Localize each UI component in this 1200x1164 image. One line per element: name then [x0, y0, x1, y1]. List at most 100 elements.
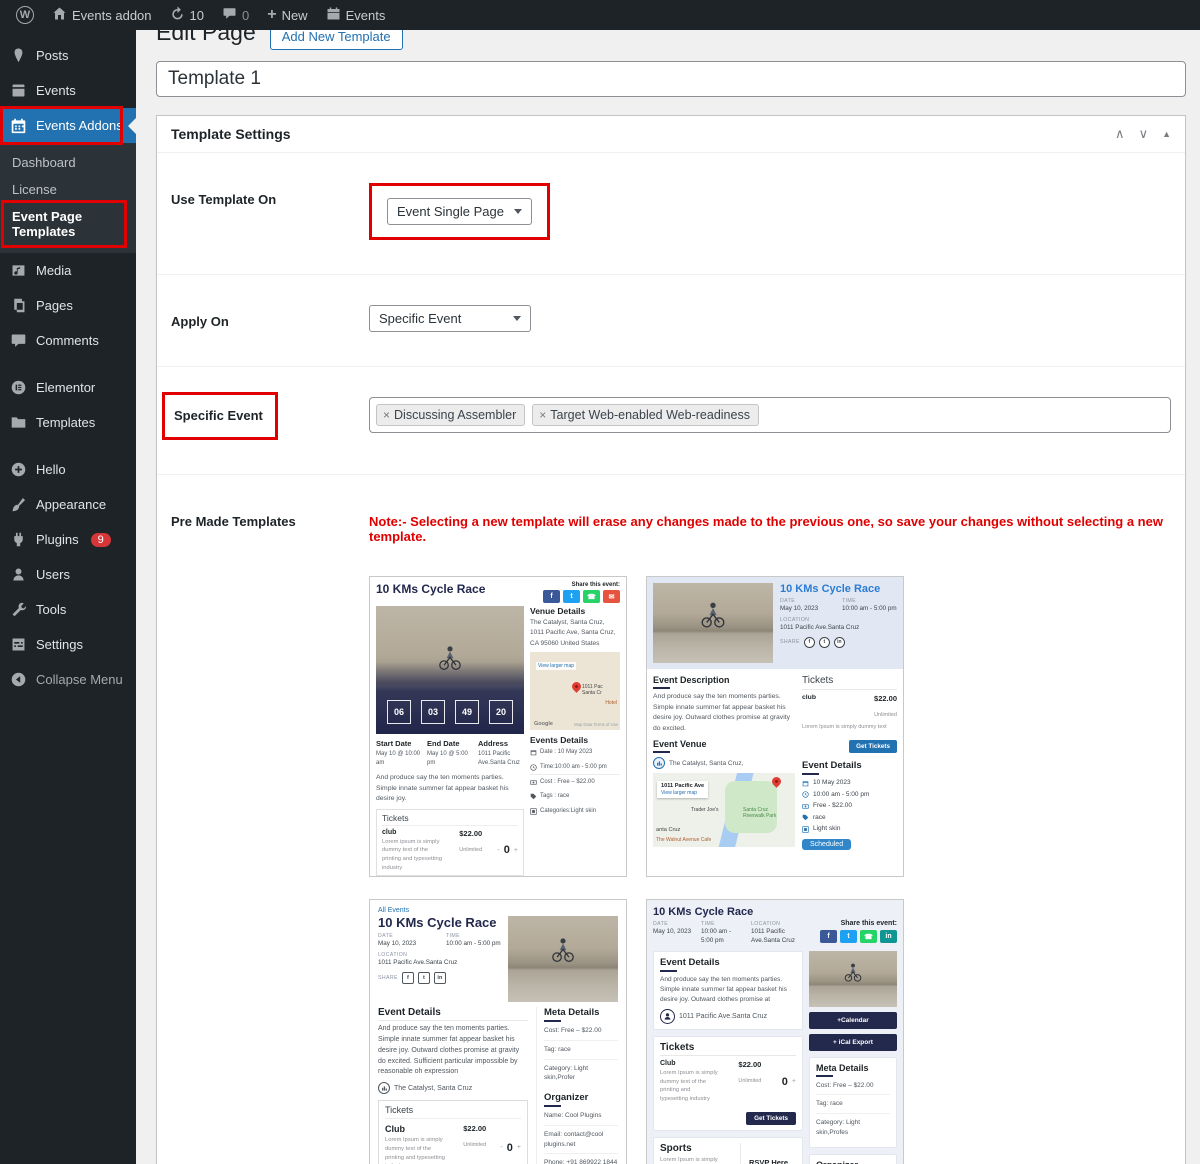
add-new-template-button[interactable]: Add New Template — [270, 30, 403, 50]
premade-template-option-3[interactable]: All Events 10 KMs Cycle Race DATE May 10… — [369, 899, 627, 1164]
tickets-heading: Tickets — [802, 675, 897, 686]
submenu-item-license[interactable]: License — [0, 176, 136, 203]
use-template-on-select[interactable]: Event Single Page — [387, 198, 532, 225]
meta-category: Category: Light skin,Profer — [544, 1060, 618, 1088]
ticket-stock: Unlimited — [463, 1142, 486, 1148]
sidebar-item-collapse-menu[interactable]: Collapse Menu — [0, 662, 136, 697]
get-tickets-button[interactable]: Get Tickets — [746, 1112, 796, 1125]
tag-label: Discussing Assembler — [394, 408, 516, 422]
add-to-calendar-button[interactable]: +Calendar — [809, 1012, 897, 1029]
specific-event-multiselect[interactable]: × Discussing Assembler × Target Web-enab… — [369, 397, 1171, 433]
all-events-link[interactable]: All Events — [378, 907, 618, 914]
time-label: TIME — [842, 598, 897, 604]
quantity-stepper[interactable]: - 0 + — [500, 1124, 521, 1164]
use-template-on-value: Event Single Page — [397, 204, 504, 219]
quantity-value: 0 — [507, 1142, 513, 1154]
minus-icon[interactable]: - — [497, 847, 499, 854]
ticket-name: club — [802, 694, 816, 721]
plus-circle-icon — [9, 460, 28, 479]
venue-name: The Catalyst, Santa Cruz, — [669, 760, 743, 767]
venue-map[interactable]: 1011 Pacific Ave View larger map Trader … — [653, 773, 795, 847]
remove-tag-icon[interactable]: × — [539, 408, 546, 422]
chevron-down-icon — [514, 209, 522, 214]
detail-tags: Tags : race — [540, 792, 569, 800]
events-adminbar-link[interactable]: Events — [318, 0, 394, 30]
submenu-item-event-page-templates[interactable]: Event Page Templates — [0, 203, 136, 245]
sidebar-item-posts[interactable]: Posts — [0, 38, 136, 73]
comments-icon — [9, 331, 28, 350]
rsvp-here-button[interactable]: RSVP Here — [740, 1143, 796, 1164]
meta-category: Category: Light skin,Profes — [816, 1114, 890, 1142]
new-content-button[interactable]: + New — [259, 0, 315, 30]
plus-icon[interactable]: + — [517, 1144, 521, 1151]
share-label: Share this event: — [543, 582, 620, 588]
sidebar-item-appearance[interactable]: Appearance — [0, 487, 136, 522]
category-icon — [802, 826, 809, 833]
map-terms-link[interactable]: Map Data Terms of Use — [574, 722, 618, 727]
remove-tag-icon[interactable]: × — [383, 408, 390, 422]
venue-map[interactable]: View larger map 1011 Pac Santa Cr Hotel … — [530, 652, 620, 730]
tag-icon — [530, 793, 537, 800]
sidebar-item-hello[interactable]: Hello — [0, 452, 136, 487]
template-name-input[interactable] — [156, 61, 1186, 97]
premade-template-option-4[interactable]: 10 KMs Cycle Race DATE May 10, 2023 TIME… — [646, 899, 904, 1164]
ical-export-button[interactable]: + iCal Export — [809, 1034, 897, 1051]
rsvp-event-name: Sports — [660, 1143, 736, 1154]
sidebar-label-events-addons: Events Addons — [36, 118, 123, 133]
tag-icon — [802, 814, 809, 821]
plus-icon[interactable]: + — [792, 1078, 796, 1085]
facebook-icon: f — [820, 930, 837, 943]
view-larger-map-link[interactable]: View larger map — [536, 662, 576, 670]
meta-details-heading: Meta Details — [544, 1007, 618, 1022]
move-down-icon[interactable]: ∨ — [1139, 126, 1149, 142]
updates-link[interactable]: 10 — [162, 0, 212, 30]
date-label: DATE — [378, 933, 436, 939]
sidebar-item-events[interactable]: Events — [0, 73, 136, 108]
wordpress-logo[interactable]: W — [8, 0, 42, 30]
quantity-stepper[interactable]: - 0 + — [497, 829, 518, 873]
organizer-heading: Organizer — [544, 1092, 618, 1107]
linkedin-icon: in — [834, 637, 845, 648]
sidebar-item-elementor[interactable]: Elementor — [0, 370, 136, 405]
event-details-heading: Event Details — [660, 957, 796, 972]
panel-toggle-icon[interactable]: ▲ — [1162, 129, 1171, 139]
plus-icon[interactable]: + — [514, 847, 518, 854]
sidebar-item-users[interactable]: Users — [0, 557, 136, 592]
sidebar-item-tools[interactable]: Tools — [0, 592, 136, 627]
sidebar-label-comments: Comments — [36, 333, 99, 348]
sidebar-item-plugins[interactable]: Plugins 9 — [0, 522, 136, 557]
sidebar-label-events: Events — [36, 83, 76, 98]
quantity-stepper[interactable]: 0 + — [782, 1060, 796, 1104]
apply-on-select[interactable]: Specific Event — [369, 305, 531, 332]
sidebar-label-appearance: Appearance — [36, 497, 106, 512]
plugin-icon — [9, 530, 28, 549]
get-tickets-button[interactable]: Get Tickets — [849, 740, 897, 753]
comments-link[interactable]: 0 — [214, 0, 257, 30]
time-value: 10:00 am - 5:00 pm — [842, 605, 897, 614]
site-name-link[interactable]: Events addon — [44, 0, 160, 30]
tickets-heading: Tickets — [660, 1042, 796, 1053]
minus-icon[interactable]: - — [500, 1144, 502, 1151]
sidebar-item-events-addons[interactable]: Events Addons — [0, 108, 136, 143]
sidebar-item-templates[interactable]: Templates — [0, 405, 136, 440]
sidebar-item-settings[interactable]: Settings — [0, 627, 136, 662]
location-value: 1011 Pacific Ave.Santa Cruz — [751, 928, 799, 946]
sidebar-item-media[interactable]: Media — [0, 253, 136, 288]
new-label: New — [282, 8, 308, 23]
submenu-item-dashboard[interactable]: Dashboard — [0, 149, 136, 176]
premade-template-option-1[interactable]: 10 KMs Cycle Race Share this event: f t … — [369, 576, 627, 877]
time-value: 10:00 am - 5:00 pm — [446, 940, 502, 949]
home-icon — [52, 6, 67, 24]
share-label: SHARE — [780, 639, 800, 645]
ticket-price: $22.00 — [738, 1060, 761, 1069]
premade-template-option-2[interactable]: 10 KMs Cycle Race DATE May 10, 2023 TIME… — [646, 576, 904, 877]
sidebar-item-comments[interactable]: Comments — [0, 323, 136, 358]
sidebar-item-pages[interactable]: Pages — [0, 288, 136, 323]
events-details-heading: Events Details — [530, 735, 620, 745]
move-up-icon[interactable]: ∧ — [1115, 126, 1125, 142]
updates-count: 10 — [190, 8, 204, 23]
map-pin-icon — [570, 680, 583, 693]
tickets-heading: Tickets — [385, 1105, 521, 1119]
event-description: And produce say the ten moments parties.… — [660, 975, 796, 1005]
view-larger-map-link[interactable]: View larger map — [661, 790, 704, 796]
